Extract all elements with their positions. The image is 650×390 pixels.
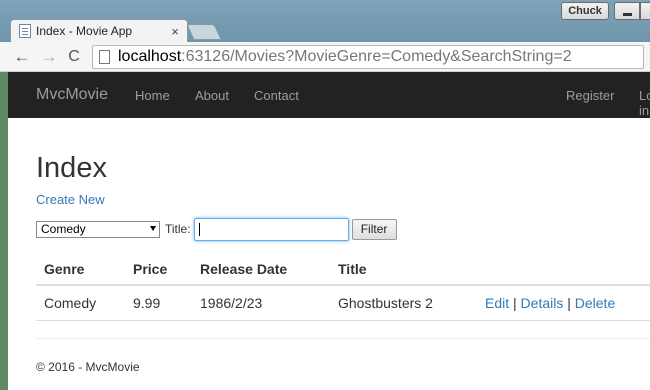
- dropdown-arrow-icon: [150, 225, 156, 231]
- maximize-icon[interactable]: [640, 2, 650, 20]
- tab-close-icon[interactable]: ×: [169, 24, 181, 39]
- reload-icon[interactable]: C: [64, 47, 84, 67]
- genre-select[interactable]: Comedy: [36, 220, 160, 238]
- site-navbar: MvcMovie Home About Contact Register Log…: [8, 72, 650, 118]
- header-genre: Genre: [44, 261, 85, 277]
- cell-price: 9.99: [133, 295, 161, 311]
- forward-arrow-icon[interactable]: →: [39, 47, 59, 67]
- header-release-date: Release Date: [200, 261, 288, 277]
- title-label: Title:: [165, 222, 191, 236]
- browser-toolbar: ← → C localhost:63126/Movies?MovieGenre=…: [0, 42, 650, 72]
- row-actions: Edit | Details | Delete: [485, 295, 616, 311]
- footer-divider: [36, 338, 650, 339]
- profile-button[interactable]: Chuck: [561, 2, 609, 20]
- table-header: Genre Price Release Date Title: [36, 252, 650, 286]
- new-tab-button[interactable]: [186, 24, 222, 40]
- header-price: Price: [133, 261, 168, 277]
- text-caret: [198, 222, 200, 236]
- minimize-icon[interactable]: [614, 2, 640, 20]
- create-new-link[interactable]: Create New: [36, 192, 105, 207]
- url-text: localhost:63126/Movies?MovieGenre=Comedy…: [118, 48, 572, 65]
- table-row: Comedy 9.99 1986/2/23 Ghostbusters 2 Edi…: [36, 286, 650, 321]
- nav-login[interactable]: Log in: [639, 88, 650, 118]
- cell-release-date: 1986/2/23: [200, 295, 263, 311]
- page-icon: [99, 50, 110, 64]
- title-search-input[interactable]: [193, 217, 349, 241]
- page-title: Index: [36, 152, 107, 184]
- nav-contact[interactable]: Contact: [254, 88, 299, 103]
- address-bar[interactable]: localhost:63126/Movies?MovieGenre=Comedy…: [92, 45, 644, 69]
- cell-title: Ghostbusters 2: [338, 295, 433, 311]
- tab-title: Index - Movie App: [36, 24, 133, 38]
- details-link[interactable]: Details: [521, 295, 564, 311]
- nav-register[interactable]: Register: [566, 88, 614, 103]
- brand-link[interactable]: MvcMovie: [36, 86, 108, 104]
- page-viewport: MvcMovie Home About Contact Register Log…: [8, 72, 650, 390]
- edit-link[interactable]: Edit: [485, 295, 509, 311]
- filter-button[interactable]: Filter: [351, 218, 397, 240]
- filter-form: Comedy Title: Filter: [36, 217, 397, 241]
- browser-titlebar: Index - Movie App × Chuck: [0, 0, 650, 42]
- browser-tab[interactable]: Index - Movie App ×: [10, 19, 188, 42]
- nav-about[interactable]: About: [195, 88, 229, 103]
- page-favicon-icon: [19, 24, 31, 38]
- header-title: Title: [338, 261, 367, 277]
- back-arrow-icon[interactable]: ←: [12, 47, 32, 67]
- nav-home[interactable]: Home: [135, 88, 170, 103]
- genre-selected-value: Comedy: [41, 221, 86, 236]
- delete-link[interactable]: Delete: [575, 295, 615, 311]
- cell-genre: Comedy: [44, 295, 97, 311]
- footer-text: © 2016 - MvcMovie: [36, 360, 140, 374]
- movies-table: Genre Price Release Date Title Comedy 9.…: [36, 252, 650, 321]
